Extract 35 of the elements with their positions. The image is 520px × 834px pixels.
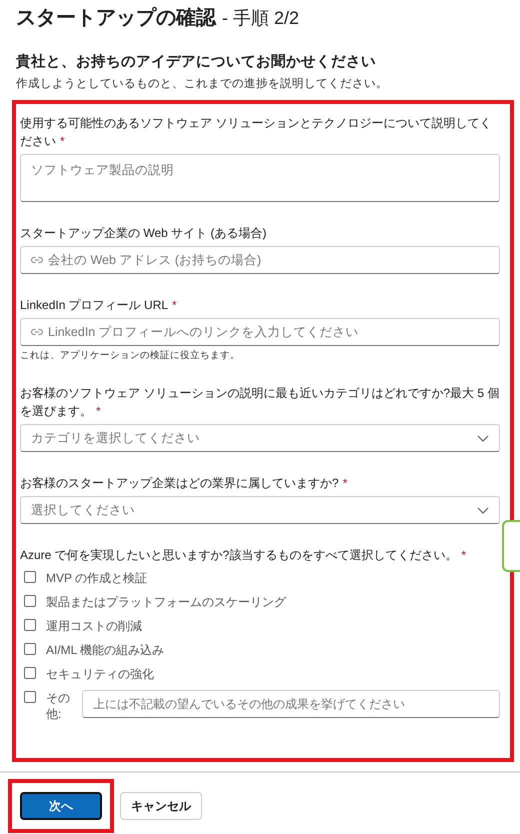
dropdown[interactable]: カテゴリを選択してください bbox=[20, 424, 500, 452]
checkbox[interactable] bbox=[24, 595, 36, 607]
link-icon bbox=[31, 256, 43, 264]
section-heading: 貴社と、お持ちのアイデアについてお聞かせください bbox=[16, 52, 377, 71]
option-label: セキュリティの強化 bbox=[46, 666, 154, 682]
chevron-icon bbox=[477, 434, 489, 442]
next-button[interactable]: 次へ bbox=[20, 792, 102, 820]
checkbox[interactable] bbox=[24, 643, 36, 655]
checkbox[interactable] bbox=[24, 571, 36, 583]
field-label: お客様のソフトウェア ソリューションの説明に最も近いカテゴリはどれですか?最大 5 個を選びます。 * bbox=[20, 385, 500, 420]
dropdown[interactable]: 選択してください bbox=[20, 496, 500, 524]
link-icon bbox=[31, 328, 43, 336]
field-label: お客様のスタートアップ企業はどの業界に属していますか? * bbox=[20, 475, 348, 492]
field-label: 使用する可能性のあるソフトウェア ソリューションとテクノロジーについて説明してください * bbox=[20, 115, 492, 150]
input-field[interactable]: LinkedIn プロフィールへのリンクを入力してください bbox=[20, 318, 500, 346]
field-label: Azure で何を実現したいと思いますか?該当するものをすべて選択してください。 * bbox=[20, 547, 468, 564]
field-label: LinkedIn プロフィール URL * bbox=[20, 297, 178, 314]
checkbox[interactable] bbox=[24, 619, 36, 631]
option-label: 運用コストの削減 bbox=[46, 618, 142, 634]
text-area[interactable]: ソフトウェア製品の説明 bbox=[20, 154, 500, 202]
cancel-button[interactable]: キャンセル bbox=[120, 792, 202, 820]
checkbox[interactable] bbox=[24, 691, 36, 703]
input-field[interactable]: 会社の Web アドレス (お持ちの場合) bbox=[20, 246, 500, 274]
input-field[interactable]: 上には不記載の望んでいるその他の成果を挙げてください bbox=[82, 690, 500, 718]
step-indicator: - 手順 2/2 bbox=[222, 7, 300, 30]
help-text: これは、アプリケーションの検証に役立ちます。 bbox=[20, 349, 241, 362]
page-title: スタートアップの確認 bbox=[16, 6, 216, 31]
field-label: スタートアップ企業の Web サイト (ある場合) bbox=[20, 225, 268, 242]
checkbox[interactable] bbox=[24, 667, 36, 679]
option-label: 製品またはプラットフォームのスケーリング bbox=[46, 594, 286, 610]
option-label: MVP の作成と検証 bbox=[46, 570, 148, 586]
option-label: その他: bbox=[46, 690, 71, 722]
section-description: 作成しようとしているものと、これまでの進捗を説明してください。 bbox=[16, 76, 389, 91]
chevron-icon bbox=[477, 506, 489, 514]
option-label: AI/ML 機能の組み込み bbox=[46, 642, 164, 658]
